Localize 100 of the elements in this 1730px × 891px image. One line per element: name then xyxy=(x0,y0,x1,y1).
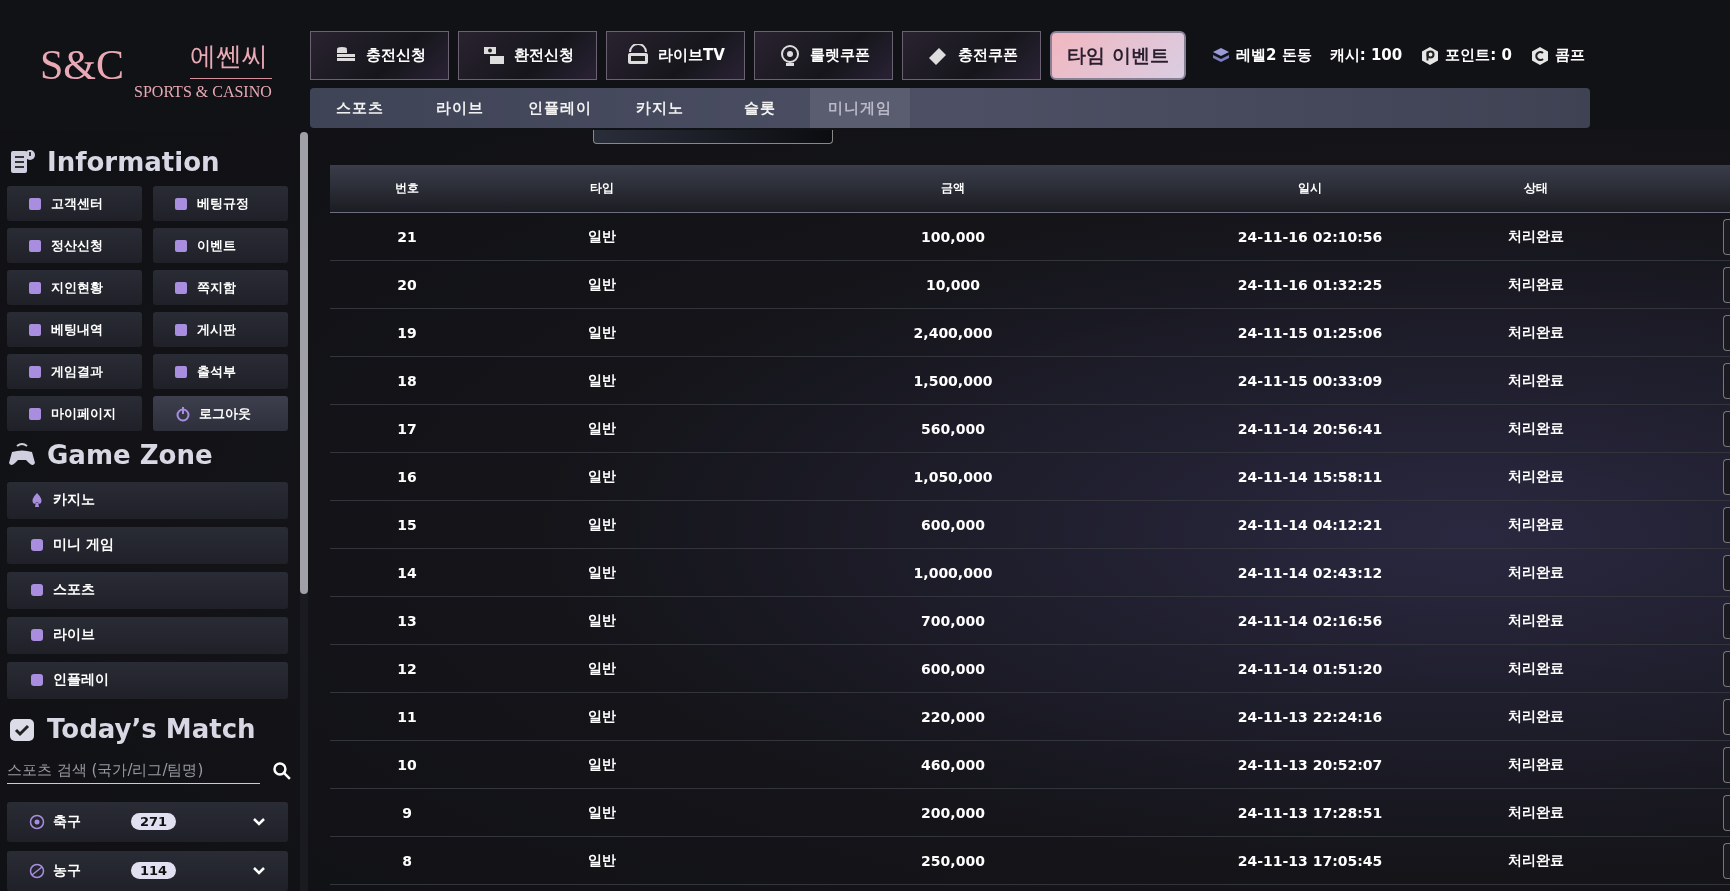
sidebar-menu-button[interactable]: 고객센터 xyxy=(7,186,142,222)
table-cell-text: 24-11-13 22:24:16 xyxy=(1236,708,1384,725)
logo-tagline: SPORTS & CASINO xyxy=(134,83,272,101)
table-cell-text: 처리완료 xyxy=(1507,611,1565,630)
table-cell-text: 13 xyxy=(396,612,418,629)
sidebar-menu-button[interactable]: 로그아웃 xyxy=(153,396,288,432)
table-cell-text: 1,050,000 xyxy=(912,468,994,485)
column-header: 타입 xyxy=(589,180,615,197)
select-box[interactable] xyxy=(593,130,833,144)
game-zone-button[interactable]: 미니 게임 xyxy=(7,526,288,564)
table-cell-text: 600,000 xyxy=(920,660,986,677)
table-cell-text: 24-11-14 02:43:12 xyxy=(1236,564,1384,581)
sidebar-menu-button[interactable]: 베팅규정 xyxy=(153,186,288,222)
table-cell-text: 21 xyxy=(396,228,418,245)
table-cell-text: 처리완료 xyxy=(1507,371,1565,390)
table-cell-text: 24-11-16 01:32:25 xyxy=(1236,276,1384,293)
nav-tab[interactable]: 인플레이 xyxy=(510,88,610,128)
row-action-button[interactable] xyxy=(1723,698,1730,735)
nav-tab[interactable]: 라이브 xyxy=(410,88,510,128)
table-cell-text: 처리완료 xyxy=(1507,227,1565,246)
table-cell-text: 24-11-16 02:10:56 xyxy=(1236,228,1384,245)
top-menu-button[interactable]: 환전신청 xyxy=(458,31,597,80)
table-cell-text: 14 xyxy=(396,564,418,581)
table-cell-text: 24-11-14 15:58:11 xyxy=(1236,468,1384,485)
table-cell-text: 11 xyxy=(396,708,418,725)
column-header: 상태 xyxy=(1523,180,1549,197)
top-menu-button[interactable]: 충전쿠폰 xyxy=(902,31,1041,80)
sport-category-row[interactable]: 농구 114 xyxy=(7,851,288,891)
table-cell-text: 처리완료 xyxy=(1507,515,1565,534)
row-action-button[interactable] xyxy=(1723,506,1730,543)
table-cell-text: 20 xyxy=(396,276,418,293)
nav-tab[interactable]: 카지노 xyxy=(610,88,710,128)
table-cell-text: 10,000 xyxy=(925,276,981,293)
comp-icon xyxy=(1529,45,1550,66)
table-cell-text: 15 xyxy=(396,516,418,533)
user-info-text: 콤프 xyxy=(1554,46,1585,65)
table-cell-text: 24-11-14 01:51:20 xyxy=(1236,660,1384,677)
game-zone-button[interactable]: 인플레이 xyxy=(7,661,288,699)
logo[interactable]: S&C 에쎈씨 SPORTS & CASINO xyxy=(0,0,300,130)
row-action-button[interactable] xyxy=(1723,266,1730,303)
table-cell-text: 8 xyxy=(401,852,413,869)
nav-tab[interactable]: 스포츠 xyxy=(310,88,410,128)
table-cell-text: 19 xyxy=(396,324,418,341)
table-cell-text: 24-11-13 17:05:45 xyxy=(1236,852,1384,869)
table-cell-text: 2,400,000 xyxy=(912,324,994,341)
table-cell-text: 일반 xyxy=(587,611,617,630)
sport-category-row[interactable]: 축구 271 xyxy=(7,802,288,842)
section-title: Game Zone xyxy=(47,440,213,471)
row-action-button[interactable] xyxy=(1723,650,1730,687)
sidebar-menu-button[interactable]: 베팅내역 xyxy=(7,312,142,348)
nav-tab[interactable]: 슬롯 xyxy=(710,88,810,128)
table-cell-text: 일반 xyxy=(587,659,617,678)
sidebar-menu-button[interactable]: 이벤트 xyxy=(153,228,288,264)
table-cell-text: 일반 xyxy=(587,371,617,390)
row-action-button[interactable] xyxy=(1723,314,1730,351)
table-cell-text: 일반 xyxy=(587,419,617,438)
table-cell-text: 560,000 xyxy=(920,420,986,437)
row-action-button[interactable] xyxy=(1723,410,1730,447)
sidebar-menu-button[interactable]: 쪽지함 xyxy=(153,270,288,306)
user-info-text: 포인트: 0 xyxy=(1445,46,1512,65)
logo-name: 에쎈씨 xyxy=(189,39,272,79)
row-action-button[interactable] xyxy=(1723,794,1730,831)
sidebar-menu-button[interactable]: 게시판 xyxy=(153,312,288,348)
sidebar-menu-button[interactable]: 출석부 xyxy=(153,354,288,390)
count-badge: 114 xyxy=(131,862,177,880)
row-action-button[interactable] xyxy=(1723,362,1730,399)
table-cell-text: 1,000,000 xyxy=(912,564,994,581)
row-action-button[interactable] xyxy=(1723,554,1730,591)
row-action-button[interactable] xyxy=(1723,218,1730,255)
sport-name: 축구 xyxy=(53,813,82,831)
game-zone-button[interactable]: 스포츠 xyxy=(7,571,288,609)
row-action-button[interactable] xyxy=(1723,602,1730,639)
section-title: Today’s Match xyxy=(47,713,256,744)
table-cell-text: 일반 xyxy=(587,323,617,342)
chevron-down-icon xyxy=(252,866,266,876)
game-zone-button[interactable]: 카지노 xyxy=(7,481,288,519)
row-action-button[interactable] xyxy=(1723,746,1730,783)
top-menu-button[interactable]: 룰렛쿠폰 xyxy=(754,31,893,80)
row-action-button[interactable] xyxy=(1723,842,1730,879)
sport-name: 농구 xyxy=(53,862,82,880)
sidebar-menu-button[interactable]: 게임결과 xyxy=(7,354,142,390)
row-action-button[interactable] xyxy=(1723,458,1730,495)
search-icon[interactable] xyxy=(272,761,292,782)
sidebar-menu-button[interactable]: 정산신청 xyxy=(7,228,142,264)
basketball-icon xyxy=(29,863,45,879)
top-menu-button[interactable]: 충전신청 xyxy=(310,31,449,80)
table-cell-text: 250,000 xyxy=(920,852,986,869)
logo-monogram: S&C xyxy=(40,41,125,89)
sidebar-menu-button[interactable]: 지인현황 xyxy=(7,270,142,306)
sports-search-field[interactable]: 스포츠 검색 (국가/리그/팀명) xyxy=(7,759,261,784)
event-button[interactable]: 타임 이벤트 xyxy=(1050,31,1186,80)
top-menu-button[interactable]: 라이브TV xyxy=(606,31,745,80)
table-cell-text: 일반 xyxy=(587,227,617,246)
sidebar-menu-button[interactable]: 마이페이지 xyxy=(7,396,142,432)
table-cell-text: 600,000 xyxy=(920,516,986,533)
game-zone-button[interactable]: 라이브 xyxy=(7,616,288,654)
table-cell-text: 일반 xyxy=(587,707,617,726)
scrollbar[interactable] xyxy=(300,132,308,891)
table-cell-text: 9 xyxy=(401,804,413,821)
points-icon xyxy=(1420,45,1441,66)
